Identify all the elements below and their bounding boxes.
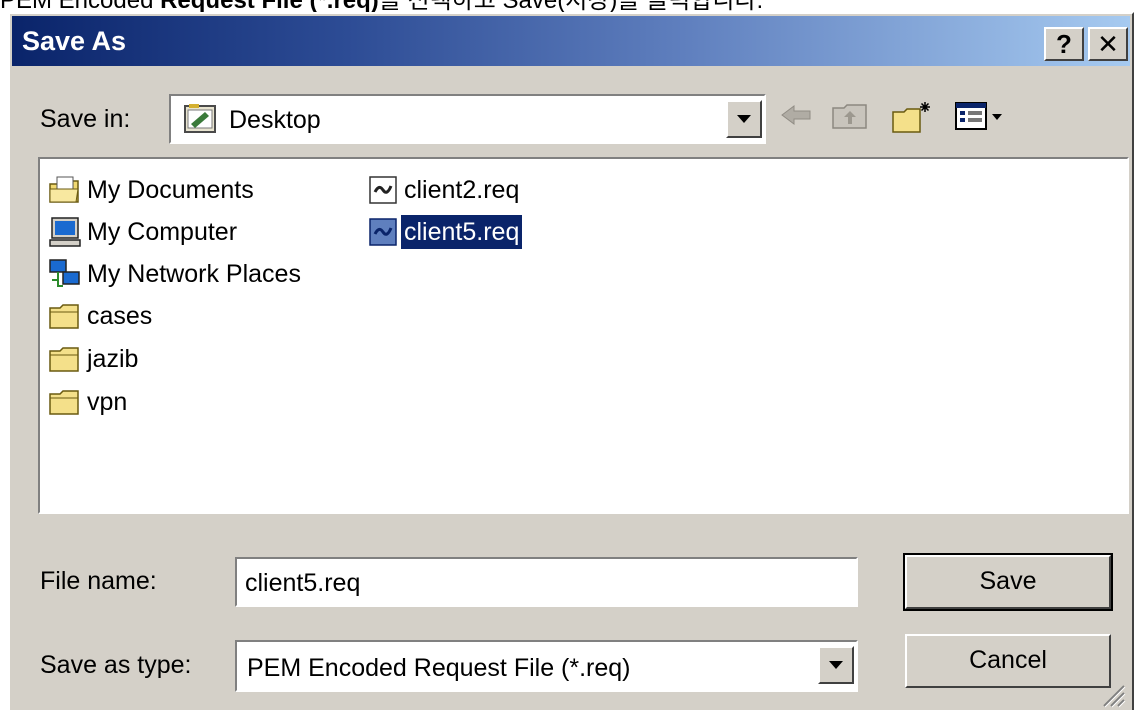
save-as-type-dropdown-button[interactable] bbox=[818, 646, 854, 684]
back-arrow-icon[interactable] bbox=[778, 100, 814, 130]
certificate-request-icon bbox=[369, 218, 397, 246]
list-item-my-computer[interactable]: My Computer bbox=[48, 213, 240, 251]
list-item-label: My Computer bbox=[87, 218, 238, 246]
list-item-label: My Documents bbox=[87, 176, 254, 204]
list-item-my-documents[interactable]: My Documents bbox=[48, 171, 257, 209]
up-folder-icon[interactable] bbox=[830, 100, 870, 132]
list-item-label: client2.req bbox=[404, 176, 520, 204]
title-bar[interactable]: Save As ? ✕ bbox=[12, 16, 1130, 66]
save-in-dropdown-button[interactable] bbox=[726, 100, 762, 138]
folder-icon bbox=[49, 390, 79, 415]
help-button[interactable]: ? bbox=[1044, 27, 1084, 61]
list-item-label: jazib bbox=[87, 345, 139, 373]
new-folder-icon[interactable] bbox=[890, 100, 934, 134]
list-item-label: cases bbox=[87, 302, 153, 330]
chevron-down-icon bbox=[737, 115, 751, 123]
resize-grip-icon[interactable] bbox=[1100, 682, 1126, 708]
save-as-type-value: PEM Encoded Request File (*.req) bbox=[247, 654, 631, 682]
save-as-type-dropdown[interactable]: PEM Encoded Request File (*.req) bbox=[235, 640, 858, 692]
save-in-dropdown[interactable]: Desktop bbox=[169, 94, 766, 144]
window-title: Save As bbox=[22, 26, 127, 56]
file-name-label: File name: bbox=[40, 567, 157, 595]
caption-bold: Request File (*.req) bbox=[160, 0, 379, 12]
caption-prefix: PEM Encoded bbox=[0, 0, 160, 12]
list-item-client2-req[interactable]: client2.req bbox=[367, 171, 522, 209]
folder-icon bbox=[49, 304, 79, 329]
caption-suffix: 를 선택하고 Save(저장)를 클릭합니다. bbox=[379, 0, 763, 12]
list-item-cases[interactable]: cases bbox=[48, 297, 155, 335]
save-as-type-label: Save as type: bbox=[40, 651, 192, 679]
cancel-button[interactable]: Cancel bbox=[905, 634, 1111, 688]
instruction-caption: PEM Encoded Request File (*.req)를 선택하고 S… bbox=[0, 0, 1137, 12]
list-item-jazib[interactable]: jazib bbox=[48, 340, 141, 378]
save-in-value: Desktop bbox=[229, 106, 321, 134]
folder-icon bbox=[49, 347, 79, 372]
save-in-label: Save in: bbox=[40, 105, 131, 133]
view-menu-icon[interactable] bbox=[954, 100, 1006, 132]
certificate-request-icon bbox=[369, 176, 397, 204]
close-button[interactable]: ✕ bbox=[1088, 27, 1128, 61]
list-item-client5-req[interactable]: client5.req bbox=[367, 213, 523, 251]
desktop-icon bbox=[184, 104, 216, 133]
save-button[interactable]: Save bbox=[903, 553, 1113, 611]
list-item-label: My Network Places bbox=[87, 260, 301, 288]
network-places-icon bbox=[49, 259, 80, 287]
my-computer-icon bbox=[49, 217, 81, 247]
file-list[interactable]: My Documents My Computer My Network Plac… bbox=[38, 157, 1129, 514]
chevron-down-icon bbox=[829, 661, 843, 669]
save-as-dialog: Save As ? ✕ Save in: Desktop My Document… bbox=[8, 12, 1134, 710]
my-documents-icon bbox=[49, 176, 79, 203]
list-item-label: client5.req bbox=[401, 215, 523, 249]
list-item-vpn[interactable]: vpn bbox=[48, 383, 130, 421]
file-name-field[interactable]: client5.req bbox=[235, 557, 858, 607]
list-item-label: vpn bbox=[87, 388, 128, 416]
list-item-my-network-places[interactable]: My Network Places bbox=[48, 255, 304, 293]
